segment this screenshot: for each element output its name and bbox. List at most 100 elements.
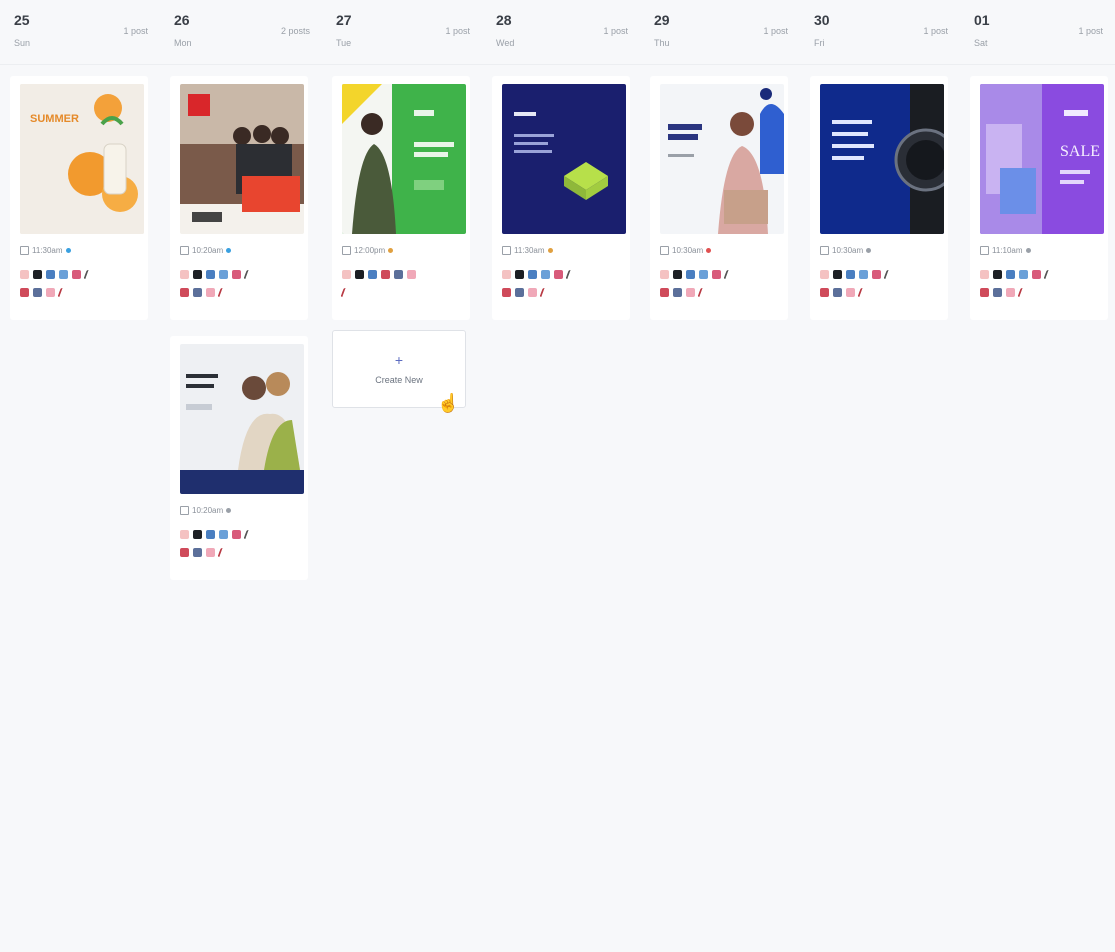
post-card[interactable]: SUMMER 11:30am xyxy=(10,76,148,320)
edit-icon xyxy=(243,530,255,539)
sale-promo-image: SALE xyxy=(980,84,1104,234)
network-icons-row2 xyxy=(20,288,69,297)
edit-icon xyxy=(1043,270,1055,279)
post-card[interactable]: 10:20am xyxy=(170,76,308,320)
x-icon xyxy=(993,270,1002,279)
post-card[interactable]: 10:30am xyxy=(650,76,788,320)
post-thumbnail[interactable] xyxy=(180,84,304,234)
network-icons xyxy=(660,270,735,279)
day-name: Fri xyxy=(814,38,825,48)
create-new-button[interactable]: + Create New ☝ xyxy=(332,330,466,413)
edit-icon xyxy=(539,288,551,297)
pinterest-icon xyxy=(180,530,189,539)
watch-promo-image xyxy=(820,84,944,234)
pinterest-icon xyxy=(820,270,829,279)
day-header: 29 Thu 1 post xyxy=(640,0,800,65)
post-time: 10:20am xyxy=(180,506,232,515)
day-column-30: 30 Fri 1 post 10:30am xyxy=(800,0,961,952)
threads-icon xyxy=(993,288,1002,297)
hand-cursor-icon: ☝ xyxy=(437,393,460,413)
day-column-01: 01 Sat 1 post SALE 11:10am xyxy=(960,0,1115,952)
post-card[interactable]: 10:20am xyxy=(170,336,308,580)
edit-icon xyxy=(883,270,895,279)
day-number: 27 xyxy=(336,12,352,28)
threads-icon xyxy=(515,288,524,297)
tiktok-icon xyxy=(407,270,416,279)
day-column-27: 27 Tue 1 post 12:00pm + Create New ☝ xyxy=(322,0,483,952)
group-photo-image xyxy=(180,84,304,234)
tiktok-icon xyxy=(206,288,215,297)
x-icon xyxy=(193,530,202,539)
facebook-icon xyxy=(859,270,868,279)
youtube-icon xyxy=(20,288,29,297)
threads-icon xyxy=(33,288,42,297)
status-dot xyxy=(65,248,71,253)
post-card[interactable]: 11:30am xyxy=(492,76,630,320)
pinterest-icon xyxy=(342,270,351,279)
svg-text:SUMMER: SUMMER xyxy=(30,113,79,125)
day-number: 01 xyxy=(974,12,990,28)
post-card[interactable]: SALE 11:10am xyxy=(970,76,1108,320)
linkedin-icon xyxy=(206,530,215,539)
post-card[interactable]: 12:00pm xyxy=(332,76,470,320)
edit-icon xyxy=(243,270,255,279)
network-icons xyxy=(502,270,577,279)
edit-icon xyxy=(57,288,69,297)
day-name: Sat xyxy=(974,38,988,48)
dark-blue-promo-image xyxy=(502,84,626,234)
post-time: 10:20am xyxy=(180,246,232,255)
network-icons xyxy=(20,270,95,279)
calendar-icon xyxy=(342,246,351,255)
edit-icon xyxy=(217,288,229,297)
post-thumbnail[interactable] xyxy=(820,84,944,234)
post-time: 10:30am xyxy=(820,246,872,255)
day-name: Wed xyxy=(496,38,515,48)
pinterest-icon xyxy=(20,270,29,279)
instagram-icon xyxy=(872,270,881,279)
tiktok-icon xyxy=(206,548,215,557)
edit-icon xyxy=(565,270,577,279)
instagram-icon xyxy=(554,270,563,279)
post-count: 1 post xyxy=(763,26,788,36)
post-count: 1 post xyxy=(1078,26,1103,36)
svg-text:SALE: SALE xyxy=(1060,143,1100,160)
network-icons xyxy=(180,530,255,539)
threads-icon xyxy=(833,288,842,297)
post-thumbnail[interactable]: SUMMER xyxy=(20,84,144,234)
linkedin-icon xyxy=(528,270,537,279)
network-icons-row2 xyxy=(820,288,869,297)
status-dot xyxy=(226,248,232,253)
post-card[interactable]: 10:30am xyxy=(810,76,948,320)
threads-icon xyxy=(193,288,202,297)
instagram-icon xyxy=(232,270,241,279)
youtube-icon xyxy=(980,288,989,297)
status-dot xyxy=(1025,248,1031,253)
network-icons-row2 xyxy=(660,288,709,297)
calendar-icon xyxy=(980,246,989,255)
post-thumbnail[interactable] xyxy=(180,344,304,494)
post-thumbnail[interactable]: SALE xyxy=(980,84,1104,234)
calendar-icon xyxy=(820,246,829,255)
youtube-icon xyxy=(820,288,829,297)
day-name: Tue xyxy=(336,38,352,48)
post-time: 11:30am xyxy=(20,246,71,255)
youtube-icon xyxy=(180,548,189,557)
day-number: 28 xyxy=(496,12,512,28)
post-thumbnail[interactable] xyxy=(660,84,784,234)
create-new-label: Create New xyxy=(375,375,423,385)
network-icons xyxy=(820,270,895,279)
status-dot xyxy=(388,248,394,253)
post-thumbnail[interactable] xyxy=(342,84,466,234)
network-icons-row2 xyxy=(340,288,352,297)
post-time: 10:30am xyxy=(660,246,712,255)
post-thumbnail[interactable] xyxy=(502,84,626,234)
calendar-icon xyxy=(20,246,29,255)
day-name: Thu xyxy=(654,38,670,48)
post-time: 11:30am xyxy=(502,246,553,255)
status-dot xyxy=(226,508,232,513)
day-column-25: 25 Sun 1 post SUMMER 11:30am xyxy=(0,0,161,952)
network-icons-row2 xyxy=(502,288,551,297)
status-dot xyxy=(547,248,553,253)
edit-icon xyxy=(1017,288,1029,297)
youtube-icon xyxy=(502,288,511,297)
